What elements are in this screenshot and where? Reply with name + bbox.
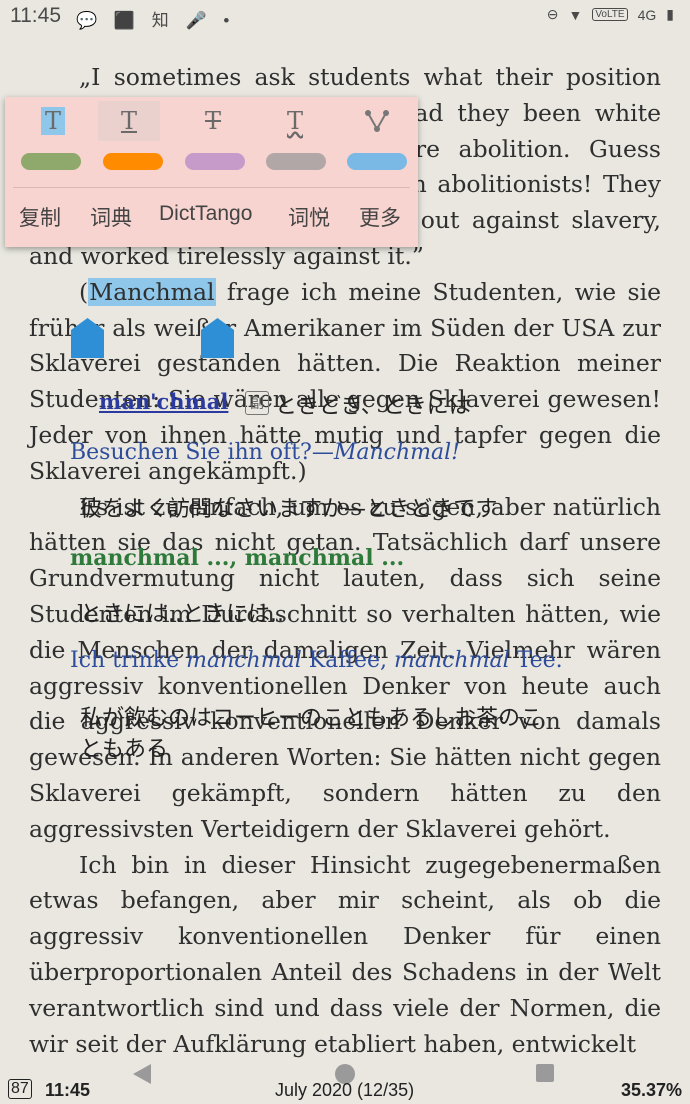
status-time: 11:45	[10, 4, 61, 27]
dict-example-1-de: Besuchen Sie ihn oft?—Manchmal!	[70, 440, 460, 465]
part-of-speech-icon: 副	[245, 391, 269, 415]
share-icon	[365, 110, 389, 132]
dict-reading: ときどき、ときには	[275, 394, 471, 419]
paragraph-4: Ich bin in dieser Hinsicht zugegebenerma…	[29, 850, 661, 1058]
color-swatch-purple[interactable]	[185, 153, 245, 170]
selection-popup: T T T T 复制 词典 DictTango 词悦 更多	[5, 97, 418, 247]
dict-example-2-de: manchmal ..., manchmal ...	[70, 545, 405, 571]
squiggly-style-button[interactable]: T	[264, 101, 326, 141]
color-swatch-orange[interactable]	[103, 153, 163, 170]
popup-divider	[13, 187, 410, 188]
dict-example-3-jp-line2: ともある	[80, 737, 169, 762]
ciyue-menu-item[interactable]: 词悦	[288, 202, 330, 232]
system-icons: ⊖ ▼ VoLTE 4G ▮	[547, 6, 674, 23]
underline-t-icon: T	[120, 107, 137, 135]
book-percent: 35.37%	[620, 1080, 682, 1100]
wifi-icon: ▼	[568, 6, 583, 23]
strikethrough-t-icon: T	[204, 107, 221, 135]
volte-badge: VoLTE	[592, 8, 628, 21]
highlight-style-button[interactable]: T	[22, 101, 84, 141]
dict-example-3-de: Ich trinke manchmal Kaffee, manchmal Tee…	[70, 648, 563, 673]
color-swatch-green[interactable]	[21, 153, 81, 170]
strikethrough-style-button[interactable]: T	[182, 101, 244, 141]
selection-end-handle[interactable]	[201, 318, 234, 358]
squiggly-t-icon: T	[286, 107, 303, 135]
footer-time: 11:45	[45, 1080, 91, 1100]
dict-example-2-jp: ときには..ときには..	[80, 602, 284, 627]
share-style-button[interactable]	[346, 101, 408, 141]
dictionary-menu-item[interactable]: 词典	[90, 202, 132, 232]
battery-level: 87	[8, 1079, 32, 1099]
dict-example-3-jp-line1: 私が飲むのはコーヒーのこともあるしお茶のこ	[80, 706, 543, 731]
copy-menu-item[interactable]: 复制	[19, 202, 61, 232]
reader-footer: 87 11:45 July 2020 (12/35) 35.37%	[0, 1076, 690, 1104]
color-swatch-blue[interactable]	[347, 153, 407, 170]
do-not-disturb-icon: ⊖	[546, 6, 559, 22]
color-swatch-gray[interactable]	[266, 153, 326, 170]
dict-headword[interactable]: man'chmal	[99, 389, 228, 414]
highlight-t-icon: T	[40, 107, 65, 135]
dict-example-1-jp: 彼をよく訪問なさいますか—ときどきです	[80, 497, 498, 522]
paragraph-2-start: (	[79, 277, 89, 306]
more-menu-item[interactable]: 更多	[359, 202, 401, 232]
selected-word[interactable]: Manchmal	[88, 277, 216, 306]
status-bar: 11:45 💬 ⬛ 知 🎤 • ⊖ ▼ VoLTE 4G ▮	[0, 0, 690, 34]
selection-start-handle[interactable]	[71, 318, 104, 358]
battery-icon: ▮	[666, 6, 674, 22]
dicttango-menu-item[interactable]: DictTango	[159, 202, 252, 226]
chapter-progress: July 2020 (12/35)	[275, 1080, 415, 1100]
underline-style-button[interactable]: T	[98, 101, 160, 141]
network-type: 4G	[637, 6, 657, 23]
notification-icons: 💬 ⬛ 知 🎤 •	[76, 11, 236, 30]
